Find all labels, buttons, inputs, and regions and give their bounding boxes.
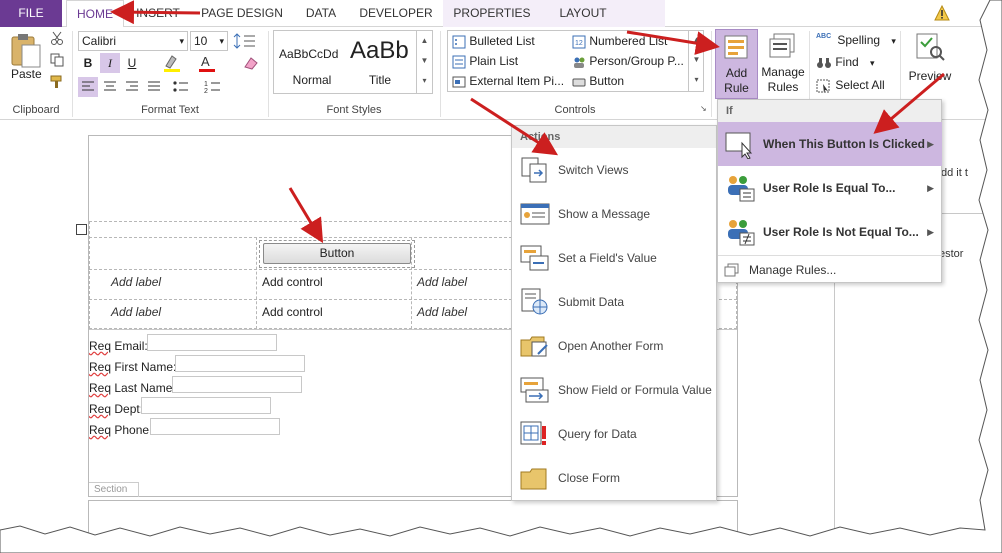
- torn-edge-border: [0, 0, 1002, 553]
- infopath-designer-window: FILE HOME INSERT PAGE DESIGN DATA DEVELO…: [0, 0, 1002, 553]
